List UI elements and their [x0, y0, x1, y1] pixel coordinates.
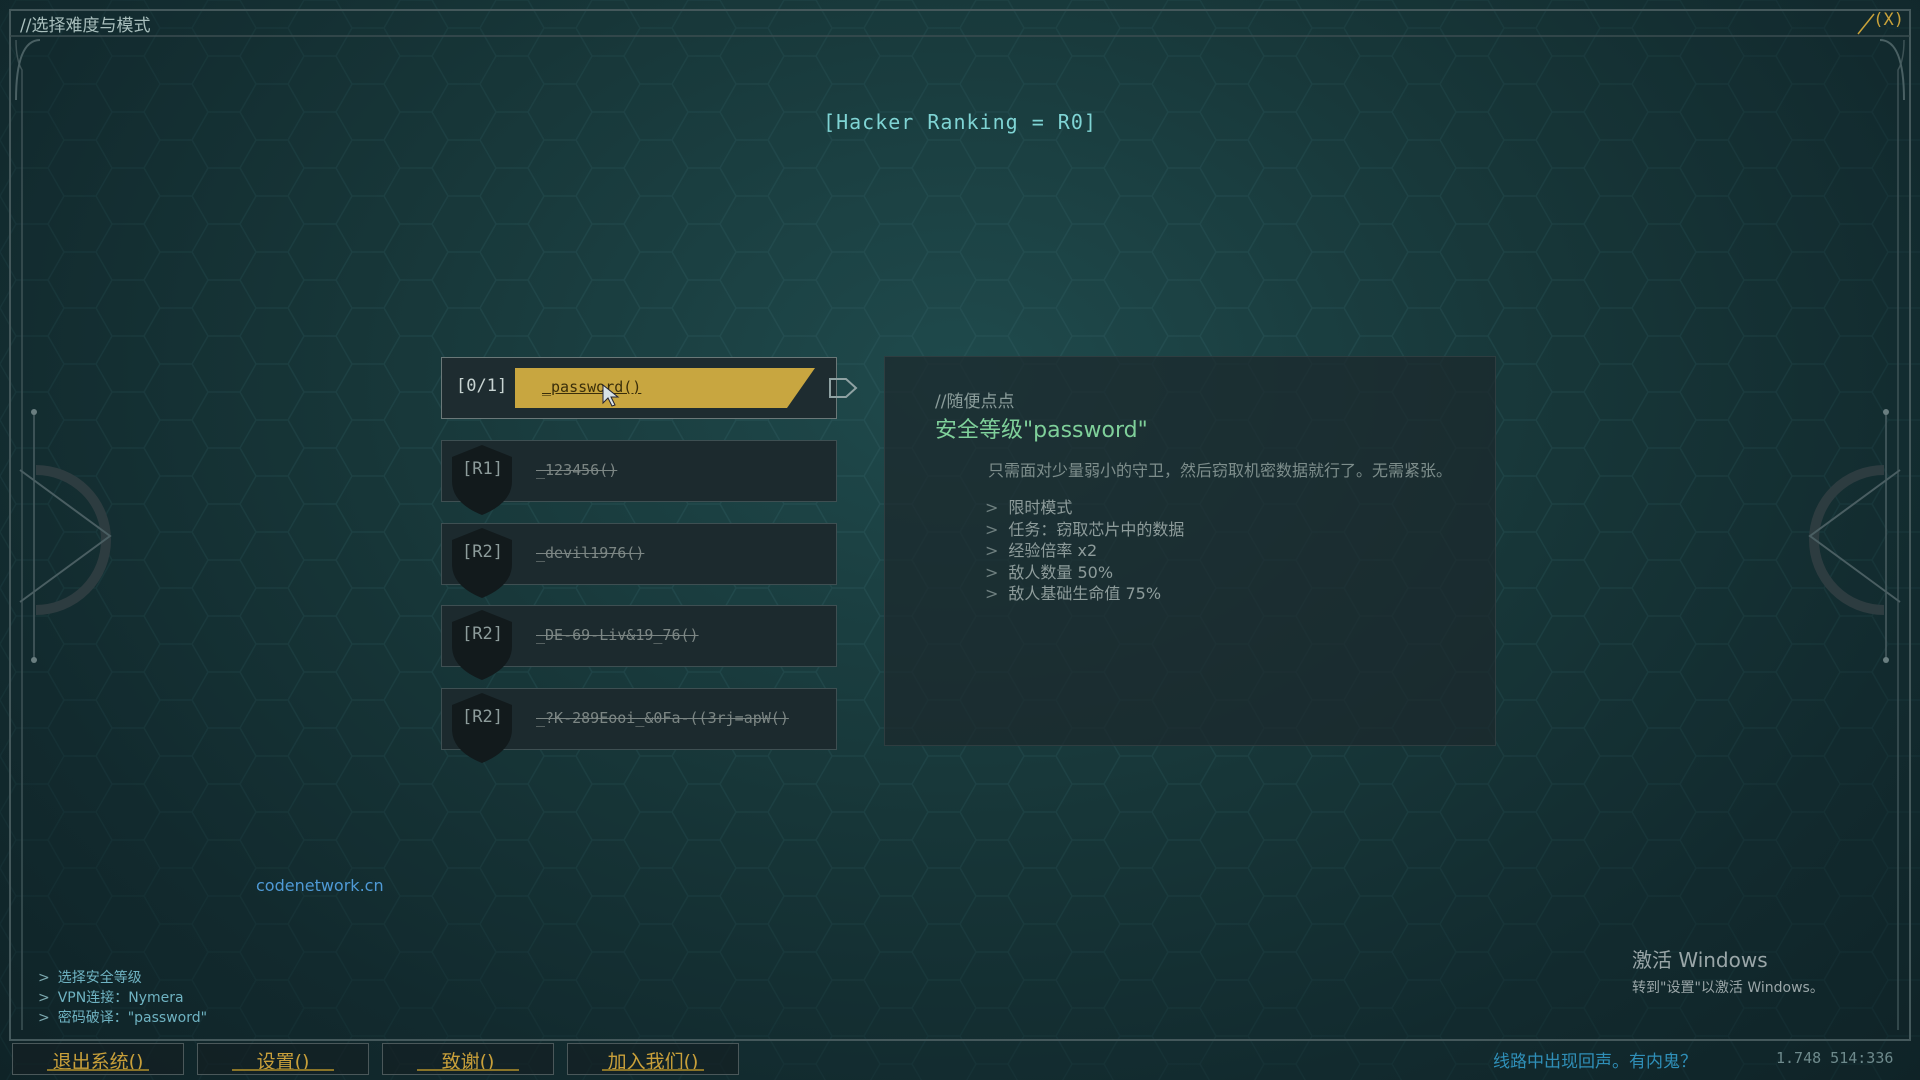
chevron-right-icon: > [38, 970, 50, 986]
site-link[interactable]: codenetwork.cn [256, 876, 384, 895]
chevron-right-icon: > [985, 541, 999, 560]
title-bar: //选择难度与模式 (X) [10, 8, 1910, 36]
window-title: //选择难度与模式 [20, 16, 151, 36]
status-line: > 选择安全等级 [38, 970, 142, 986]
level-name: _password() [542, 378, 642, 396]
chevron-right-icon: > [38, 990, 50, 1006]
feature-item: > 敌人基础生命值 75% [985, 584, 1162, 603]
level-tag: [R2] [462, 707, 503, 727]
bottom-message: 线路中出现回声。有内鬼？ [1493, 1052, 1697, 1072]
windows-activation-watermark: 激活 Windows 转到"设置"以激活 Windows。 [1632, 948, 1824, 996]
shield-icon [452, 528, 512, 598]
exit-system-button[interactable]: 退出系统() [12, 1043, 184, 1075]
chevron-right-icon: > [38, 1010, 50, 1026]
detail-description: 只需面对少量弱小的守卫，然后窃取机密数据就行了。无需紧张。 [988, 461, 1453, 480]
level-tag: [R1] [462, 459, 503, 479]
feature-item: > 限时模式 [985, 498, 1073, 517]
chevron-right-icon: > [985, 519, 999, 539]
chevron-right-icon: > [985, 562, 999, 582]
shield-icon [452, 693, 512, 763]
level-item-123456[interactable]: [R1] _123456() [441, 440, 837, 515]
status-log: > 选择安全等级 > VPN连接：Nymera > 密码破译："password" [38, 968, 207, 1028]
detail-comment: //随便点点 [935, 392, 1015, 412]
join-us-button[interactable]: 加入我们() [567, 1043, 739, 1075]
hacker-ranking: [Hacker Ranking = R0] [823, 110, 1097, 134]
shield-icon [452, 610, 512, 680]
selection-arrow-icon [829, 378, 858, 398]
credits-button[interactable]: 致谢() [382, 1043, 554, 1075]
level-tag: [R2] [462, 624, 503, 644]
bottom-coordinates: 1.748 514:336 [1776, 1049, 1894, 1067]
level-name: _DE-69-Liv&19_76() [536, 626, 699, 644]
feature-item: > 敌人数量 50% [985, 562, 1114, 582]
mouse-cursor-icon [602, 384, 620, 407]
level-item-k289[interactable]: [R2] _?K-289Eooi_&0Fa-((3rj=apW() [441, 688, 837, 763]
level-tag: [R2] [462, 542, 503, 562]
level-item-devil1976[interactable]: [R2] _devil1976() [441, 523, 837, 598]
close-button[interactable]: (X) [1873, 10, 1904, 30]
detail-title: 安全等级"password" [935, 418, 1148, 443]
status-line: > VPN连接：Nymera [38, 990, 184, 1006]
status-line: > 密码破译："password" [38, 1010, 208, 1026]
shield-icon [452, 445, 512, 515]
feature-list: > 限时模式 > 任务：窃取芯片中的数据 > 经验倍率 x2 > 敌人数量 50% > 敌… [985, 497, 1184, 605]
level-item-de69[interactable]: [R2] _DE-69-Liv&19_76() [441, 605, 837, 680]
level-item-password[interactable]: [0/1] _password() [441, 357, 837, 419]
level-name: _?K-289Eooi_&0Fa-((3rj=apW() [536, 709, 789, 727]
level-detail-panel: //随便点点 安全等级"password" 只需面对少量弱小的守卫，然后窃取机密… [884, 356, 1496, 746]
settings-button[interactable]: 设置() [197, 1043, 369, 1075]
feature-item: > 任务：窃取芯片中的数据 [985, 519, 1185, 539]
feature-item: > 经验倍率 x2 [985, 541, 1098, 560]
chevron-right-icon: > [985, 584, 999, 603]
chevron-right-icon: > [985, 498, 999, 517]
level-name: _devil1976() [536, 544, 645, 562]
level-name: _123456() [536, 461, 618, 479]
level-tag: [0/1] [456, 376, 508, 396]
